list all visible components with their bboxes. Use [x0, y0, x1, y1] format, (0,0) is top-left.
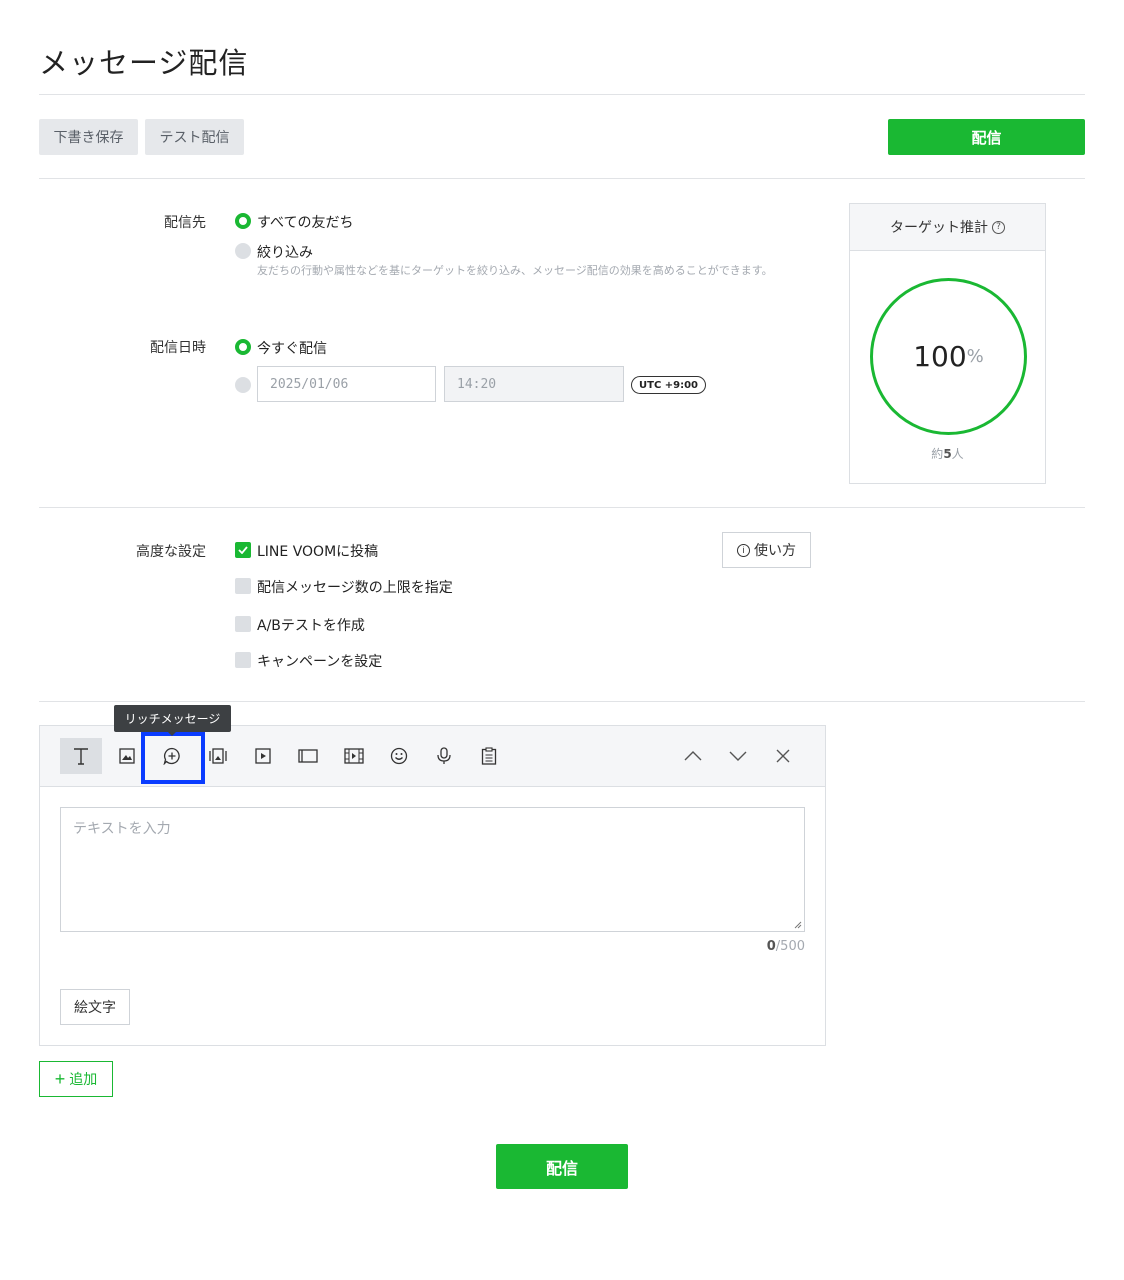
narrow-hint: 友だちの行動や属性などを基にターゲットを絞り込み、メッセージ配信の効果を高めるこ… [257, 264, 773, 277]
howto-button[interactable]: i 使い方 [722, 532, 811, 568]
resize-handle-icon[interactable] [794, 921, 802, 929]
toolbar-divider [39, 178, 1085, 179]
add-label: 追加 [69, 1071, 98, 1087]
coupon-tool-button[interactable] [468, 738, 510, 774]
movie-icon [344, 748, 364, 764]
narrow-label: 絞り込み [257, 245, 313, 261]
message-placeholder: テキストを入力 [73, 821, 171, 837]
rich-message-tooltip: リッチメッセージ [114, 705, 231, 732]
card-message-icon [209, 748, 227, 764]
char-count: 0 [766, 939, 776, 954]
move-down-button[interactable] [717, 738, 759, 774]
schedule-label: 配信日時 [150, 340, 206, 356]
message-text-input[interactable]: テキストを入力 [60, 807, 805, 932]
send-button-bottom[interactable]: 配信 [496, 1144, 628, 1189]
test-send-button[interactable]: テスト配信 [145, 119, 244, 155]
target-estimate-header: ターゲット推計 ? [850, 204, 1045, 251]
text-tool-button[interactable] [60, 738, 102, 774]
target-percent-unit: % [966, 346, 984, 367]
radio-all-friends[interactable] [235, 213, 251, 229]
coupon-icon [481, 747, 497, 765]
video-icon [255, 748, 271, 764]
tooltip-arrow [167, 731, 177, 736]
emoji-tool-button[interactable] [378, 738, 420, 774]
target-estimate-panel: ターゲット推計 ? 100% 約5人 [849, 203, 1046, 484]
target-ring: 100% [870, 278, 1027, 435]
check-icon [238, 546, 248, 554]
close-icon [776, 749, 790, 763]
rich-video-tool-button[interactable] [287, 738, 329, 774]
radio-send-now[interactable] [235, 339, 251, 355]
video-tool-button[interactable] [242, 738, 284, 774]
advanced-divider [39, 701, 1085, 702]
text-icon [74, 748, 88, 765]
checkbox-abtest[interactable] [235, 616, 251, 632]
radio-scheduled[interactable] [235, 377, 251, 393]
info-icon: i [737, 543, 750, 557]
editor-toolbar [40, 726, 825, 787]
all-friends-label: すべての友だち [257, 215, 354, 231]
target-percent: 100 [913, 340, 967, 373]
checkbox-campaign[interactable] [235, 652, 251, 668]
add-message-button[interactable]: + 追加 [39, 1061, 113, 1097]
checkbox-voom[interactable] [235, 542, 251, 558]
page-title: メッセージ配信 [39, 46, 249, 80]
remove-block-button[interactable] [762, 738, 804, 774]
voice-tool-button[interactable] [423, 738, 465, 774]
move-up-button[interactable] [672, 738, 714, 774]
checkbox-limit[interactable] [235, 578, 251, 594]
reach-unit: 人 [951, 447, 964, 461]
send-now-label: 今すぐ配信 [257, 341, 327, 357]
chevron-down-icon [729, 751, 747, 761]
limit-label: 配信メッセージ数の上限を指定 [257, 580, 453, 596]
plus-icon: + [54, 1069, 66, 1089]
recipient-label: 配信先 [164, 215, 206, 231]
timezone-badge: UTC +9:00 [631, 376, 707, 394]
advanced-label: 高度な設定 [136, 544, 206, 560]
target-reach: 約5人 [850, 445, 1045, 462]
emoji-icon [390, 747, 408, 765]
char-counter: 0/500 [767, 939, 805, 954]
rich-message-highlight [141, 732, 205, 784]
char-max: /500 [775, 939, 805, 954]
date-field[interactable]: 2025/01/06 [257, 366, 436, 402]
time-field[interactable]: 14:20 [444, 366, 624, 402]
target-estimate-title: ターゲット推計 [890, 220, 988, 236]
send-button-top[interactable]: 配信 [888, 119, 1085, 155]
reach-prefix: 約 [931, 447, 944, 461]
campaign-label: キャンペーンを設定 [257, 654, 383, 670]
howto-label: 使い方 [754, 542, 796, 558]
rich-video-icon [298, 749, 318, 763]
save-draft-button[interactable]: 下書き保存 [39, 119, 138, 155]
voom-label: LINE VOOMに投稿 [257, 544, 379, 560]
radio-narrow[interactable] [235, 243, 251, 259]
voice-icon [437, 747, 451, 764]
abtest-label: A/Bテストを作成 [257, 618, 365, 634]
help-icon[interactable]: ? [992, 220, 1005, 234]
image-icon [119, 748, 135, 764]
title-divider [39, 94, 1085, 95]
schedule-divider [39, 507, 1085, 508]
reach-count: 5 [943, 447, 952, 461]
chevron-up-icon [684, 751, 702, 761]
message-editor: テキストを入力 0/500 絵文字 [39, 725, 826, 1046]
movie-tool-button[interactable] [333, 738, 375, 774]
emoji-button[interactable]: 絵文字 [60, 989, 130, 1025]
